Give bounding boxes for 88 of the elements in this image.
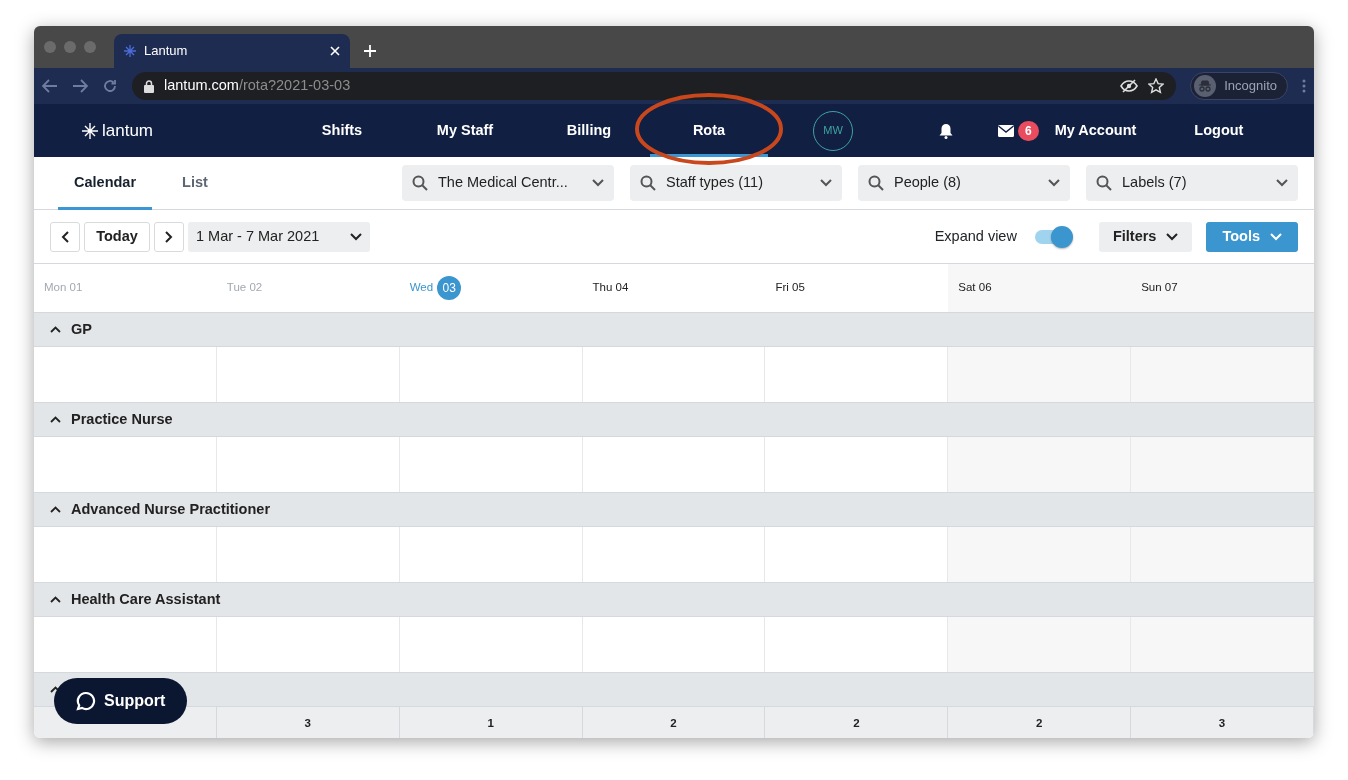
logo[interactable]: lantum bbox=[82, 117, 282, 144]
nav-link[interactable]: Shifts bbox=[282, 104, 402, 157]
count-cell: 2 bbox=[765, 707, 949, 738]
calendar-cell[interactable] bbox=[1131, 617, 1314, 672]
profile-button[interactable]: Incognito bbox=[1190, 72, 1288, 100]
chevron-down-icon bbox=[1048, 179, 1060, 187]
chevron-down-icon bbox=[592, 179, 604, 187]
star-logo-icon bbox=[82, 122, 98, 139]
group-header[interactable] bbox=[34, 673, 1314, 707]
search-icon bbox=[868, 175, 884, 191]
chevron-down-icon bbox=[1270, 232, 1282, 241]
calendar-cell[interactable] bbox=[948, 437, 1132, 492]
day-label: Wed bbox=[409, 280, 434, 296]
nav-link[interactable]: My Staff bbox=[402, 104, 528, 157]
day-label: Fri 05 bbox=[775, 280, 805, 296]
close-icon[interactable] bbox=[330, 46, 340, 56]
chevron-up-icon bbox=[50, 416, 61, 423]
chevron-up-icon bbox=[50, 506, 61, 513]
toggle-label: Expand view bbox=[934, 226, 1017, 246]
chevron-down-icon bbox=[1276, 179, 1288, 187]
nav-link[interactable]: My Account bbox=[1054, 104, 1137, 157]
day-label: Sat 06 bbox=[958, 280, 992, 296]
filter-dropdown[interactable]: Staff types (11) bbox=[630, 165, 842, 201]
star-icon[interactable] bbox=[1148, 78, 1165, 94]
window-control[interactable] bbox=[44, 41, 56, 53]
calendar-cell[interactable] bbox=[948, 527, 1132, 582]
bell-icon[interactable] bbox=[939, 122, 953, 139]
chevron-up-icon bbox=[50, 596, 61, 603]
previous-button[interactable] bbox=[50, 221, 80, 252]
calendar-cell[interactable] bbox=[948, 347, 1132, 402]
search-icon bbox=[640, 175, 656, 191]
filter-dropdown[interactable]: The Medical Centr... bbox=[402, 165, 614, 201]
logo-text: lantum bbox=[102, 119, 154, 142]
nav-link[interactable]: Logout bbox=[1194, 104, 1244, 157]
calendar-cell[interactable] bbox=[1131, 347, 1314, 402]
incognito-icon bbox=[1194, 75, 1217, 97]
chevron-down-icon bbox=[1166, 232, 1179, 241]
chevron-down-icon bbox=[820, 179, 832, 187]
window-control[interactable] bbox=[64, 41, 76, 53]
nav-link[interactable]: Billing bbox=[528, 104, 650, 157]
day-label: Thu 04 bbox=[592, 280, 629, 296]
filters-button[interactable]: Filters bbox=[1098, 221, 1193, 252]
url-text: lantum.com/rota?2021-03-03 bbox=[164, 76, 352, 96]
address-bar[interactable]: lantum.com/rota?2021-03-03 bbox=[132, 72, 1177, 100]
eye-slash-icon[interactable] bbox=[1120, 79, 1139, 93]
reload-icon[interactable] bbox=[102, 78, 118, 94]
count-cell: 3 bbox=[216, 707, 400, 738]
day-label: Sun 07 bbox=[1141, 280, 1178, 296]
filter-dropdown[interactable]: People (8) bbox=[858, 165, 1070, 201]
back-icon[interactable] bbox=[42, 79, 58, 93]
chevron-left-icon bbox=[61, 230, 69, 243]
calendar-cell[interactable] bbox=[1131, 437, 1314, 492]
today-button[interactable]: Today bbox=[84, 221, 150, 252]
search-icon bbox=[1096, 175, 1112, 191]
day-label: Tue 02 bbox=[226, 280, 263, 296]
calendar-cell[interactable] bbox=[1131, 527, 1314, 582]
filter-dropdown[interactable]: Labels (7) bbox=[1086, 165, 1298, 201]
chevron-down-icon bbox=[350, 232, 362, 241]
chevron-right-icon bbox=[165, 230, 173, 243]
count-cell: 3 bbox=[1131, 707, 1314, 738]
count-cell: 1 bbox=[399, 707, 583, 738]
support-button[interactable]: Support bbox=[54, 678, 188, 724]
calendar-cell[interactable] bbox=[948, 617, 1132, 672]
date-range-dropdown[interactable]: 1 Mar - 7 Mar 2021 bbox=[188, 221, 370, 252]
group-header[interactable]: Health Care Assistant bbox=[34, 583, 1314, 617]
chevron-up-icon bbox=[50, 326, 61, 333]
view-tab[interactable]: List bbox=[166, 156, 224, 210]
browser-tab[interactable]: Lantum bbox=[114, 34, 350, 68]
day-label: Mon 01 bbox=[44, 280, 83, 296]
plus-icon[interactable] bbox=[364, 45, 376, 57]
search-icon bbox=[412, 175, 428, 191]
message-count-badge: 6 bbox=[1018, 120, 1039, 141]
tab-title: Lantum bbox=[144, 42, 189, 61]
chat-bubble-icon bbox=[76, 691, 96, 711]
count-cell: 2 bbox=[948, 707, 1132, 738]
next-button[interactable] bbox=[154, 221, 184, 252]
forward-icon[interactable] bbox=[72, 79, 88, 93]
group-header[interactable]: GP bbox=[34, 313, 1314, 347]
today-date-badge: 03 bbox=[437, 276, 462, 300]
envelope-icon[interactable] bbox=[998, 124, 1014, 137]
lock-icon bbox=[144, 79, 154, 93]
group-header[interactable]: Practice Nurse bbox=[34, 403, 1314, 437]
group-header[interactable]: Advanced Nurse Practitioner bbox=[34, 493, 1314, 527]
more-icon[interactable] bbox=[1302, 79, 1306, 93]
star-logo-icon bbox=[124, 45, 136, 57]
count-cell: 2 bbox=[582, 707, 766, 738]
view-tab[interactable]: Calendar bbox=[58, 156, 153, 210]
window-control[interactable] bbox=[84, 41, 96, 53]
